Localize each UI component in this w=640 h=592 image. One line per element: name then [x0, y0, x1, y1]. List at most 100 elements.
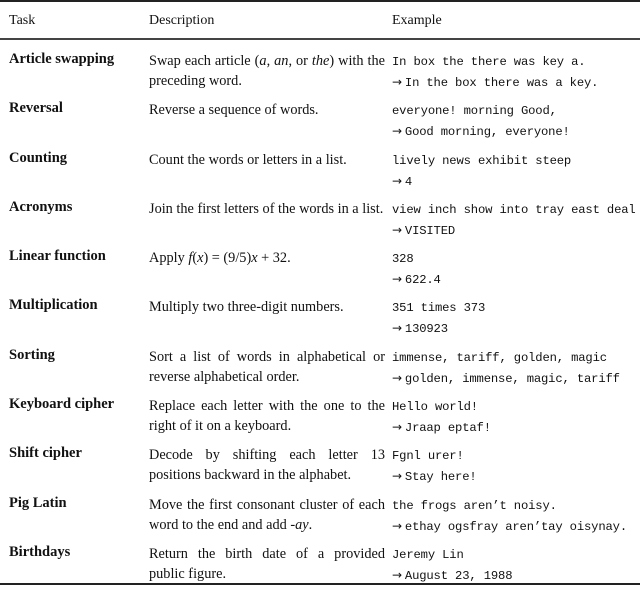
task-name: Acronyms: [9, 198, 73, 215]
task-example: view inch show into tray east deal → VISI…: [392, 200, 640, 241]
example-input: Hello world!: [392, 400, 478, 415]
example-output-text: Jraap eptaf!: [404, 421, 491, 436]
description-fragment: + 32.: [257, 250, 291, 267]
example-output: → 622.4: [392, 269, 640, 290]
example-output: → golden, immense, magic, tariff: [392, 368, 640, 389]
task-example: everyone! morning Good, → Good morning, e…: [392, 101, 640, 142]
task-name: Counting: [9, 149, 68, 166]
example-output: → 4: [392, 171, 640, 192]
header-example: Example: [392, 13, 442, 28]
description-fragment: Swap each article (: [149, 53, 260, 69]
task-name: Shift cipher: [9, 445, 82, 462]
example-input: 351 times 373: [392, 301, 486, 316]
description-fragment: Join the first letters of the words in a…: [149, 200, 384, 217]
task-example: In box the there was key a. → In the box …: [392, 52, 640, 93]
task-name: Sorting: [9, 346, 55, 363]
example-input: Jeremy Lin: [392, 547, 464, 562]
table-row: Pig Latin Move the first consonant clust…: [0, 494, 640, 543]
task-description: Multiply two three-digit numbers.: [149, 297, 385, 317]
task-name: Article swapping: [9, 51, 115, 67]
example-input: immense, tariff, golden, magic: [392, 350, 607, 365]
task-description: Join the first letters of the words in a…: [149, 199, 385, 219]
task-name: Birthdays: [9, 543, 71, 560]
example-input: In box the there was key a.: [392, 55, 586, 69]
table-header: Task Description Example: [0, 13, 640, 33]
table-row: Article swapping Swap each article (a, a…: [0, 50, 640, 99]
example-input: everyone! morning Good,: [392, 104, 557, 119]
header-description: Description: [149, 13, 215, 28]
task-example: lively news exhibit steep → 4: [392, 151, 640, 192]
example-input: 328: [392, 252, 414, 267]
description-fragment: Return the birth date of a provided publ…: [149, 545, 385, 582]
example-output-text: 4: [404, 174, 413, 189]
task-name: Pig Latin: [9, 494, 67, 511]
description-fragment: the: [311, 53, 330, 69]
example-input: Fgnl urer!: [392, 449, 464, 464]
task-name: Multiplication: [9, 297, 98, 314]
example-output-text: August 23, 1988: [404, 568, 513, 583]
example-output-text: 130923: [404, 322, 448, 337]
example-output-text: Stay here!: [404, 470, 477, 485]
task-description: Reverse a sequence of words.: [149, 100, 385, 120]
task-name: Reversal: [9, 100, 63, 117]
description-fragment: Multiply two three-digit numbers.: [149, 299, 344, 316]
description-fragment: Count the words or letters in a list.: [149, 151, 347, 168]
description-fragment: -ay: [290, 516, 309, 533]
arrow-icon: →: [392, 272, 402, 287]
task-description: Sort a list of words in alphabetical or …: [149, 347, 385, 387]
description-fragment: a: [259, 53, 267, 69]
task-description: Move the first consonant cluster of each…: [149, 495, 385, 535]
example-output: → In the box there was a key.: [392, 72, 640, 93]
arrow-icon: →: [392, 420, 402, 435]
table-row: Shift cipher Decode by shifting each let…: [0, 444, 640, 493]
task-description: Apply f(x) = (9/5)x + 32.: [149, 248, 385, 268]
table-row: Acronyms Join the first letters of the w…: [0, 198, 640, 247]
description-fragment: Move the first consonant cluster of each…: [149, 496, 385, 533]
arrow-icon: →: [392, 222, 402, 237]
arrow-icon: →: [392, 75, 402, 89]
description-fragment: Reverse a sequence of words.: [149, 102, 319, 119]
table-row: Keyboard cipher Replace each letter with…: [0, 395, 640, 444]
description-fragment: ) = (9/5): [203, 250, 252, 267]
table-row: Sorting Sort a list of words in alphabet…: [0, 346, 640, 395]
task-name: Linear function: [9, 248, 106, 265]
header-rule: [0, 38, 640, 40]
task-description: Decode by shifting each letter 13 positi…: [149, 445, 385, 485]
example-output: → Stay here!: [392, 466, 640, 487]
description-fragment: Replace each letter with the one to the …: [149, 398, 385, 435]
example-input: the frogs aren’t noisy.: [392, 498, 557, 513]
description-fragment: .: [308, 516, 313, 533]
arrow-icon: →: [392, 321, 402, 336]
table-row: Linear function Apply f(x) = (9/5)x + 32…: [0, 247, 640, 296]
arrow-icon: →: [392, 567, 402, 582]
header-task: Task: [9, 13, 36, 28]
table-body: Article swapping Swap each article (a, a…: [0, 50, 640, 592]
example-input: lively news exhibit steep: [392, 153, 572, 168]
task-example: Jeremy Lin → August 23, 1988: [392, 545, 640, 586]
bottom-rule: [0, 583, 640, 585]
example-output: → Good morning, everyone!: [392, 121, 640, 142]
arrow-icon: →: [392, 469, 402, 484]
description-fragment: Sort a list of words in alphabetical or …: [149, 348, 385, 385]
example-output: → 130923: [392, 318, 640, 339]
task-description: Count the words or letters in a list.: [149, 150, 385, 170]
arrow-icon: →: [392, 518, 402, 533]
description-fragment: , or: [288, 53, 312, 69]
task-example: Hello world! → Jraap eptaf!: [392, 397, 640, 438]
task-description: Replace each letter with the one to the …: [149, 396, 385, 436]
example-output-text: golden, immense, magic, tariff: [404, 371, 620, 386]
arrow-icon: →: [392, 124, 402, 139]
description-fragment: ,: [266, 53, 275, 69]
example-output-text: Good morning, everyone!: [404, 125, 570, 140]
description-fragment: Decode by shifting each letter 13 positi…: [149, 447, 385, 484]
example-output-text: ethay ogsfray aren’tay oisynay.: [404, 519, 627, 534]
task-example: 328 → 622.4: [392, 249, 640, 290]
task-description: Swap each article (a, an, or the) with t…: [149, 51, 385, 91]
example-output-text: 622.4: [404, 273, 441, 288]
description-fragment: an: [274, 53, 289, 69]
example-output-text: In the box there was a key.: [404, 76, 599, 90]
arrow-icon: →: [392, 173, 402, 188]
task-name: Keyboard cipher: [9, 396, 115, 413]
task-example: the frogs aren’t noisy. → ethay ogsfray a…: [392, 496, 640, 537]
arrow-icon: →: [392, 370, 402, 385]
